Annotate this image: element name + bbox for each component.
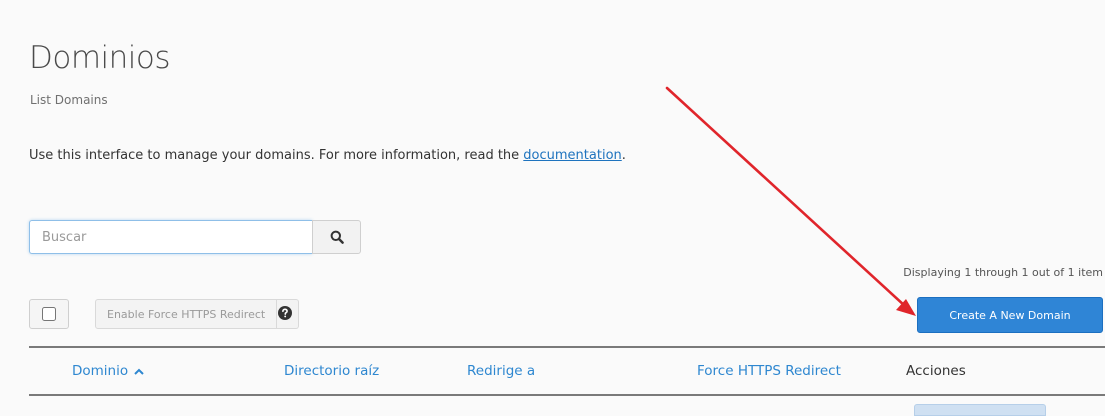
- search-button[interactable]: [312, 220, 361, 254]
- page-title: Dominios: [29, 40, 171, 76]
- search-group: [29, 220, 361, 254]
- help-icon[interactable]: [278, 306, 292, 320]
- enable-force-https-button[interactable]: Enable Force HTTPS Redirect: [95, 299, 278, 329]
- search-input[interactable]: [29, 220, 312, 254]
- column-header-domain-label: Dominio: [72, 363, 129, 379]
- create-new-domain-button[interactable]: Create A New Domain: [917, 297, 1103, 333]
- force-https-group: Enable Force HTTPS Redirect: [95, 299, 300, 329]
- select-all-checkbox[interactable]: [42, 307, 56, 321]
- column-header-domain[interactable]: Dominio: [72, 362, 144, 380]
- column-header-force-https[interactable]: Force HTTPS Redirect: [697, 362, 841, 380]
- search-icon: [330, 230, 344, 244]
- pagination-status: Displaying 1 through 1 out of 1 item: [903, 266, 1103, 279]
- intro-paragraph: Use this interface to manage your domain…: [29, 147, 626, 165]
- page-subtitle: List Domains: [30, 93, 108, 107]
- row-action-button-partial[interactable]: [914, 404, 1046, 416]
- table-header: Dominio Directorio raíz Redirige a Force…: [29, 346, 1105, 396]
- intro-end: .: [621, 148, 626, 163]
- column-header-redirect[interactable]: Redirige a: [467, 362, 535, 380]
- intro-text: Use this interface to manage your domain…: [29, 148, 524, 163]
- documentation-link[interactable]: documentation: [523, 148, 621, 163]
- sort-ascending-icon: [134, 368, 144, 375]
- column-header-docroot[interactable]: Directorio raíz: [284, 362, 379, 380]
- column-header-actions: Acciones: [906, 363, 966, 379]
- select-all-checkbox-button[interactable]: [29, 299, 69, 329]
